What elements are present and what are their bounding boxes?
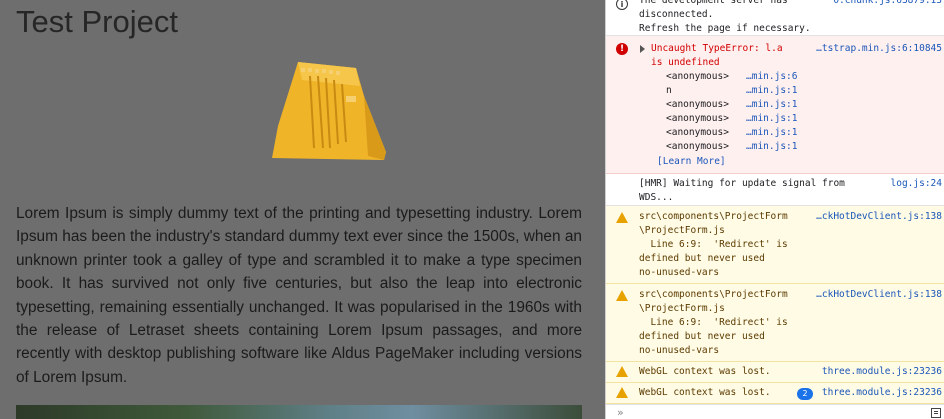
console-message-info: i The development server has disconnecte… [606,0,944,36]
source-link[interactable]: log.js:24 [891,177,942,191]
warning-icon [616,387,628,398]
message-text: The development server has disconnected.… [639,0,811,34]
web-page-viewport: Test Project Lorem Ipsum is simply dummy… [0,0,605,419]
console-sidebar-icon[interactable] [931,408,941,418]
source-link[interactable]: three.module.js:23236 [822,386,942,400]
stack-frame: <anonymous> …min.js:1 [666,99,798,110]
error-icon: ! [616,43,628,55]
stack-frame: <anonymous> …min.js:1 [666,141,798,152]
console-message-warning: WebGL context was lost. three.module.js:… [606,383,944,404]
console-message-warning: src\components\ProjectForm \ProjectForm.… [606,284,944,362]
prompt-chevron-icon: » [617,406,624,419]
console-prompt[interactable]: » [606,404,944,419]
console-message-warning: src\components\ProjectForm \ProjectForm.… [606,206,944,284]
landscape-image [16,405,582,419]
learn-more-link[interactable]: [Learn More] [657,155,726,169]
source-link[interactable]: …ckHotDevClient.js:138 [816,288,942,302]
message-text: src\components\ProjectForm \ProjectForm.… [639,289,788,356]
source-link[interactable]: …tstrap.min.js:6:10845 [816,42,942,56]
message-text: WebGL context was lost. [639,366,771,377]
stack-frame: <anonymous> …min.js:1 [666,113,798,124]
warning-icon [616,366,628,377]
repeat-count-badge: 2 [797,388,813,400]
message-text: src\components\ProjectForm \ProjectForm.… [639,211,788,278]
message-text: [HMR] Waiting for update signal from WDS… [639,178,845,203]
stack-trace: <anonymous> …min.js:6 n …min.js:1 <anonymo… [666,70,797,154]
source-link[interactable]: three.module.js:23236 [822,365,942,379]
message-text: WebGL context was lost. [639,387,771,398]
source-link[interactable]: 0.chunk.js:63879:13 [833,0,942,8]
message-text: Uncaught TypeError: l.a is undefined [651,43,783,68]
expand-arrow-icon[interactable] [640,45,645,53]
source-link[interactable]: …ckHotDevClient.js:138 [816,210,942,224]
info-icon: i [616,0,628,10]
console-message-log: [HMR] Waiting for update signal from WDS… [606,174,944,206]
3d-model-canvas[interactable] [268,56,388,162]
console-message-warning: WebGL context was lost. three.module.js:… [606,362,944,383]
warning-icon [616,290,628,301]
devtools-console: i The development server has disconnecte… [605,0,944,419]
warning-icon [616,212,628,223]
page-title: Test Project [16,4,178,39]
stack-frame: n …min.js:1 [666,85,798,96]
stack-frame: <anonymous> …min.js:6 [666,71,798,82]
stack-frame: <anonymous> …min.js:1 [666,127,798,138]
console-message-error: ! Uncaught TypeError: l.a is undefined …… [606,36,944,174]
lorem-ipsum-paragraph: Lorem Ipsum is simply dummy text of the … [16,205,582,386]
